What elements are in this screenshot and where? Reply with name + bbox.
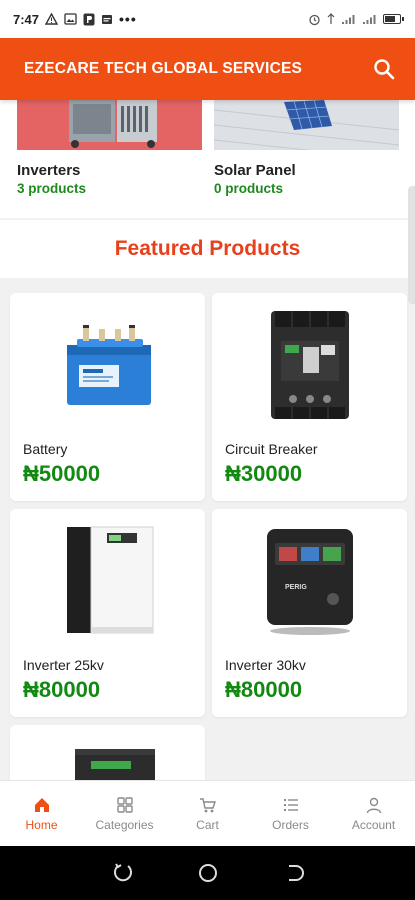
product-card-inverter-30kv[interactable]: PERIG Inverter 30kv ₦80000 [212,509,407,717]
product-grid: Battery ₦50000 Circuit Breaker ₦30000 In… [0,280,415,780]
scroll-handle[interactable] [408,186,415,304]
product-price: ₦80000 [23,677,101,702]
nav-account[interactable]: Account [332,781,415,846]
calendar-icon [102,15,113,24]
product-card-inverter-25kv[interactable]: Inverter 25kv ₦80000 [10,509,205,717]
status-bar: 7:47 ••• [0,0,415,38]
category-image-inverters [17,100,202,150]
cart-icon [199,797,216,812]
category-name: Solar Panel [214,162,296,179]
nav-label: Orders [272,817,309,832]
recent-apps-icon[interactable] [112,862,134,884]
signal-icon [342,15,355,24]
category-card-solar-panel[interactable]: Solar Panel 0 products [214,100,399,196]
featured-header: Featured Products [0,218,415,278]
p-app-icon [83,13,95,25]
nav-home[interactable]: Home [0,781,83,846]
alarm-icon [309,14,320,25]
product-name: Inverter 30kv [225,657,306,673]
search-icon [374,59,395,80]
product-image-partial [10,725,205,780]
nav-label: Cart [196,817,219,832]
warning-icon [45,13,59,25]
product-name: Inverter 25kv [23,657,104,673]
nav-categories[interactable]: Categories [83,781,166,846]
home-icon [34,797,49,812]
status-time: 7:47 [13,11,40,27]
app-title: EZECARE TECH GLOBAL SERVICES [24,60,303,77]
app-bar: EZECARE TECH GLOBAL SERVICES [0,38,415,100]
signal-2-icon [363,15,376,24]
more-notifications-icon: ••• [119,11,137,27]
home-button-icon[interactable] [197,862,219,884]
category-count: 3 products [17,181,87,196]
nav-label: Account [351,817,396,832]
nav-label: Home [25,817,58,832]
product-price: ₦30000 [225,461,303,486]
categories-row: Inverters 3 products Solar Panel 0 produ… [0,100,415,218]
product-price: ₦50000 [23,461,101,486]
svg-text:PERIG: PERIG [285,584,307,591]
search-button[interactable] [369,54,399,84]
category-name: Inverters [17,162,81,179]
product-card-circuit-breaker[interactable]: Circuit Breaker ₦30000 [212,293,407,501]
product-name: Circuit Breaker [225,441,318,457]
main-content[interactable]: Inverters 3 products Solar Panel 0 produ… [0,100,415,780]
grid-icon [116,796,133,813]
back-icon[interactable] [282,862,304,884]
product-image-battery [10,293,205,433]
data-icon [327,13,335,24]
battery-icon [383,14,404,24]
product-image-circuit-breaker [212,293,407,433]
product-image-inverter-25kv [10,509,205,649]
system-nav-bar [0,846,415,900]
product-card-partial[interactable] [10,725,205,780]
featured-title: Featured Products [114,237,301,260]
product-name: Battery [23,441,68,457]
nav-orders[interactable]: Orders [249,781,332,846]
product-card-battery[interactable]: Battery ₦50000 [10,293,205,501]
person-icon [366,797,381,813]
product-image-inverter-30kv: PERIG [212,509,407,649]
bottom-nav: Home Categories Cart Orders Account [0,780,415,846]
product-price: ₦80000 [225,677,303,702]
list-icon [283,798,298,811]
category-count: 0 products [214,181,284,196]
category-card-inverters[interactable]: Inverters 3 products [17,100,202,196]
nav-label: Categories [95,817,154,832]
nav-cart[interactable]: Cart [166,781,249,846]
image-icon [64,13,77,25]
category-image-solar-panel [214,100,399,150]
